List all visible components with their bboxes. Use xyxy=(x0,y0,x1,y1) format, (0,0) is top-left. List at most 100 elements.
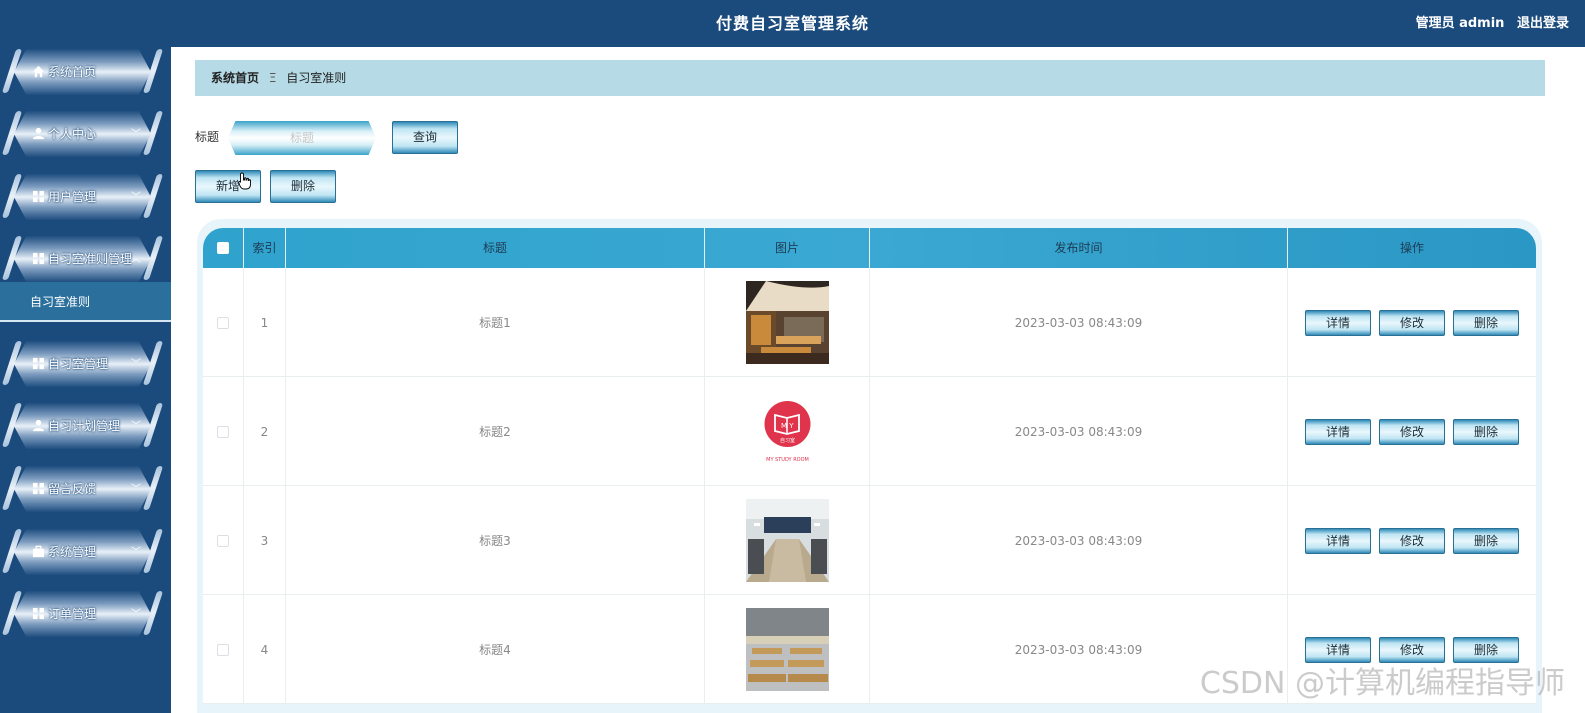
grid-icon xyxy=(32,607,45,620)
row-actions: 详情 修改 删除 xyxy=(1288,268,1536,377)
sidebar-item-label: 订单管理 xyxy=(48,607,97,621)
chevron-down-icon: ﹀ xyxy=(131,421,141,432)
row-checkbox[interactable] xyxy=(217,316,229,329)
chevron-down-icon: ﹀ xyxy=(131,484,141,495)
table-row: 2 标题2 M Y 自习室 MY STUDY ROOM 2023-03-03 0… xyxy=(203,377,1536,486)
row-title: 标题1 xyxy=(286,268,705,377)
row-actions: 详情 修改 删除 xyxy=(1288,486,1536,595)
user-icon xyxy=(32,127,45,140)
row-select-cell xyxy=(203,486,244,595)
my-study-room-logo: M Y 自习室 MY STUDY ROOM xyxy=(745,390,829,473)
row-checkbox[interactable] xyxy=(217,425,229,438)
sidebar-item-label: 自习室准则管理 xyxy=(48,252,133,266)
sidebar-item-personal-center[interactable]: 个人中心 ﹀ xyxy=(14,111,151,157)
grid-icon xyxy=(32,482,45,495)
chevron-down-icon: ﹀ xyxy=(131,609,141,620)
row-publish-time: 2023-03-03 08:43:09 xyxy=(870,268,1288,377)
row-index: 3 xyxy=(244,486,286,595)
home-icon xyxy=(32,65,45,78)
grid-icon xyxy=(32,190,45,203)
row-select-cell xyxy=(203,268,244,377)
study-hall-photo xyxy=(745,499,829,582)
sidebar: 系统首页 个人中心 ﹀ 用户管理 ﹀ 自习室准则管理 ︿ 自习室准则 自习室管理… xyxy=(0,47,171,713)
breadcrumb: 系统首页 Ξ 自习室准则 xyxy=(195,60,1545,96)
sidebar-item-label: 自习室管理 xyxy=(48,357,109,371)
reading-room-photo xyxy=(745,608,829,691)
row-index: 1 xyxy=(244,268,286,377)
row-select-cell xyxy=(203,595,244,704)
sidebar-item-label: 个人中心 xyxy=(48,127,97,141)
row-publish-time: 2023-03-03 08:43:09 xyxy=(870,486,1288,595)
grid-icon xyxy=(32,252,45,265)
sidebar-item-label: 用户管理 xyxy=(48,190,97,204)
sidebar-item-user-management[interactable]: 用户管理 ﹀ xyxy=(14,174,151,220)
header-select-cell xyxy=(203,228,244,268)
delete-button[interactable]: 删除 xyxy=(1453,418,1519,445)
user-area: 管理员 admin 退出登录 xyxy=(1408,0,1569,47)
sidebar-item-room-management[interactable]: 自习室管理 ﹀ xyxy=(14,341,151,387)
row-title: 标题3 xyxy=(286,486,705,595)
search-button[interactable]: 查询 xyxy=(392,121,458,154)
row-checkbox[interactable] xyxy=(217,643,229,656)
data-table: 索引 标题 图片 发布时间 操作 1 标题1 2023-03-03 08:43:… xyxy=(203,228,1536,704)
hand-cursor-icon xyxy=(238,172,251,190)
study-room-photo xyxy=(745,281,829,364)
row-index: 2 xyxy=(244,377,286,486)
detail-button[interactable]: 详情 xyxy=(1305,418,1371,445)
delete-button[interactable]: 删除 xyxy=(1453,309,1519,336)
table-container: 索引 标题 图片 发布时间 操作 1 标题1 2023-03-03 08:43:… xyxy=(197,219,1542,713)
search-input[interactable] xyxy=(228,121,376,155)
row-image-cell xyxy=(705,268,870,377)
table-header: 索引 标题 图片 发布时间 操作 xyxy=(203,228,1536,268)
logout-link[interactable]: 退出登录 xyxy=(1517,16,1569,31)
chevron-down-icon: ﹀ xyxy=(131,129,141,140)
edit-button[interactable]: 修改 xyxy=(1379,527,1445,554)
sidebar-item-order-management[interactable]: 订单管理 ﹀ xyxy=(14,591,151,637)
breadcrumb-current: 自习室准则 xyxy=(286,71,347,85)
sidebar-item-home[interactable]: 系统首页 xyxy=(14,49,151,95)
edit-button[interactable]: 修改 xyxy=(1379,418,1445,445)
breadcrumb-separator-icon: Ξ xyxy=(268,71,277,85)
detail-button[interactable]: 详情 xyxy=(1305,309,1371,336)
batch-delete-button[interactable]: 删除 xyxy=(270,170,336,203)
sidebar-subitem-rules[interactable]: 自习室准则 xyxy=(0,282,171,322)
row-image-cell xyxy=(705,595,870,704)
user-icon xyxy=(32,419,45,432)
row-publish-time: 2023-03-03 08:43:09 xyxy=(870,377,1288,486)
table-row: 1 标题1 2023-03-03 08:43:09 详情 修改 删除 xyxy=(203,268,1536,377)
logo-text-top: M Y xyxy=(781,422,794,430)
select-all-checkbox[interactable] xyxy=(217,242,229,254)
column-header-title: 标题 xyxy=(286,228,705,268)
app-title: 付费自习室管理系统 xyxy=(715,14,869,33)
user-label: 管理员 admin xyxy=(1415,16,1505,31)
column-header-image: 图片 xyxy=(705,228,870,268)
edit-button[interactable]: 修改 xyxy=(1379,309,1445,336)
chevron-down-icon: ﹀ xyxy=(131,359,141,370)
row-select-cell xyxy=(203,377,244,486)
sidebar-item-label: 自习计划管理 xyxy=(48,419,121,433)
logo-text-bottom: MY STUDY ROOM xyxy=(766,457,809,463)
search-label: 标题 xyxy=(195,130,220,144)
column-header-actions: 操作 xyxy=(1399,241,1424,255)
row-checkbox[interactable] xyxy=(217,534,229,547)
column-header-index: 索引 xyxy=(244,228,286,268)
sidebar-item-system-management[interactable]: 系统管理 ﹀ xyxy=(14,529,151,575)
briefcase-icon xyxy=(32,545,45,558)
sidebar-item-feedback[interactable]: 留言反馈 ﹀ xyxy=(14,466,151,512)
breadcrumb-home[interactable]: 系统首页 xyxy=(211,71,259,85)
chevron-down-icon: ﹀ xyxy=(131,192,141,203)
sidebar-item-plan-management[interactable]: 自习计划管理 ﹀ xyxy=(14,403,151,449)
sidebar-item-label: 留言反馈 xyxy=(48,482,97,496)
delete-button[interactable]: 删除 xyxy=(1453,527,1519,554)
chevron-up-icon: ︿ xyxy=(131,254,141,265)
row-image-cell xyxy=(705,486,870,595)
grid-icon xyxy=(32,357,45,370)
row-actions: 详情 修改 删除 xyxy=(1288,377,1536,486)
row-title: 标题4 xyxy=(286,595,705,704)
sidebar-item-rules-management[interactable]: 自习室准则管理 ︿ xyxy=(14,236,151,282)
sidebar-item-label: 系统首页 xyxy=(48,65,97,79)
watermark: CSDN @计算机编程指导师 xyxy=(1199,666,1565,701)
column-header-time: 发布时间 xyxy=(870,228,1288,268)
row-image-cell: M Y 自习室 MY STUDY ROOM xyxy=(705,377,870,486)
detail-button[interactable]: 详情 xyxy=(1305,527,1371,554)
